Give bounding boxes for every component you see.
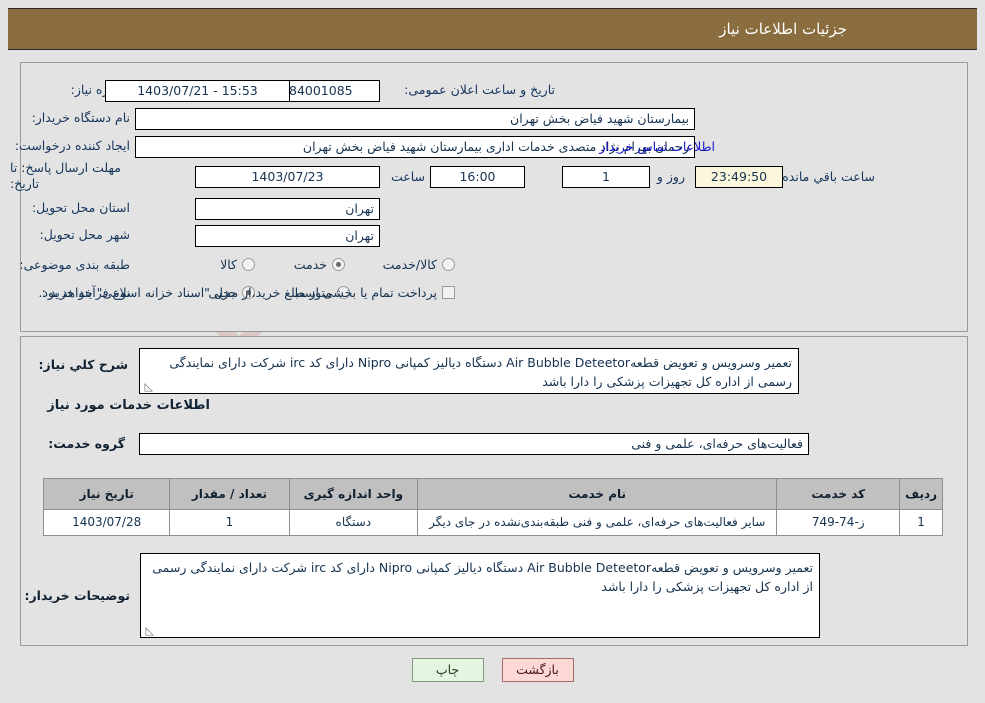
page-titlebar: جزئیات اطلاعات نیاز [8,8,977,50]
resize-grip-icon[interactable]: ◺ [144,625,154,636]
province-label: استان محل تحویل: [31,200,130,215]
back-button[interactable]: بازگشت [501,658,574,682]
requester-label: ایجاد کننده درخواست: [14,138,130,153]
cell-unit: دستگاه [288,509,419,536]
col-unit: واحد اندازه گیری [288,478,419,510]
city-field[interactable]: تهران [195,225,380,247]
deadline-hour-field[interactable]: 16:00 [430,166,525,188]
table-header-row: ردیف کد خدمت نام خدمت واحد اندازه گیری ت… [42,478,943,510]
print-button[interactable]: چاپ [411,658,484,682]
cell-row-no: 1 [899,509,943,536]
buyer-org-label: نام دستگاه خریدار: [31,110,130,125]
radio-icon[interactable] [332,258,345,271]
footer-button-bar: بازگشت چاپ [0,658,985,682]
category-option-label: کالا/خدمت [382,257,437,272]
buyer-org-field[interactable]: بیمارستان شهید فیاض بخش تهران [135,108,695,130]
city-label: شهر محل تحویل: [39,227,130,242]
cell-service-code: ز-74-749 [776,509,901,536]
buyer-notes-text: تعمیر وسرویس و تعویض قطعهAir Bubble Dete… [152,560,813,594]
buyer-notes-label: توضیحات خریدار: [24,588,130,603]
deadline-date-field[interactable]: 1403/07/23 [195,166,380,188]
deadline-hour-label: ساعت [390,169,425,184]
radio-icon[interactable] [242,258,255,271]
deadline-label: مهلت ارسال پاسخ: تا تاریخ: [10,160,121,191]
announce-datetime-field[interactable]: 15:53 - 1403/07/21 [105,80,290,102]
page-title: جزئیات اطلاعات نیاز [719,20,847,38]
countdown-field[interactable]: 23:49:50 [695,166,783,188]
service-group-label: گروه خدمت: [48,436,125,451]
buyer-contact-link[interactable]: اطلاعات تماس خریدار [599,139,715,154]
need-description-text: تعمیر وسرویس و تعویض قطعهAir Bubble Dete… [169,355,792,389]
col-service-code: کد خدمت [776,478,901,510]
need-description-label: شرح کلي نیاز: [38,357,128,372]
announce-datetime-label: تاریخ و ساعت اعلان عمومی: [404,82,555,97]
category-option-label: کالا [220,257,237,272]
table-row: 1 ز-74-749 سایر فعالیت‌های حرفه‌ای، علمی… [42,509,943,536]
deadline-days-field[interactable]: 1 [562,166,650,188]
col-row-no: ردیف [899,478,943,510]
resize-grip-icon[interactable]: ◺ [143,381,153,392]
col-service-name: نام خدمت [417,478,778,510]
radio-icon[interactable] [442,258,455,271]
service-group-field[interactable]: فعالیت‌های حرفه‌ای، علمی و فنی [139,433,809,455]
services-table: ردیف کد خدمت نام خدمت واحد اندازه گیری ت… [42,478,943,536]
category-option-kala-khedmat[interactable]: کالا/خدمت [383,257,455,272]
treasury-bonds-label: پرداخت تمام یا بخشی از مبلغ خرید،از محل … [38,285,437,300]
col-need-date: تاریخ نیاز [42,478,171,510]
category-option-label: خدمت [293,257,327,272]
category-option-khedmat[interactable]: خدمت [294,257,345,272]
cell-quantity: 1 [169,509,290,536]
services-heading: اطلاعات خدمات مورد نیاز [47,398,210,413]
col-quantity: تعداد / مقدار [169,478,290,510]
need-description-field[interactable]: تعمیر وسرویس و تعویض قطعهAir Bubble Dete… [139,348,799,394]
province-field[interactable]: تهران [195,198,380,220]
category-option-kala[interactable]: کالا [220,257,255,272]
countdown-label: ساعت باقي مانده [782,169,875,184]
treasury-bonds-checkbox[interactable]: پرداخت تمام یا بخشی از مبلغ خرید،از محل … [38,285,455,300]
deadline-days-label: روز و [656,169,685,184]
cell-service-name: سایر فعالیت‌های حرفه‌ای، علمی و فنی طبقه… [417,509,778,536]
checkbox-icon[interactable] [442,286,455,299]
category-label: طبقه بندی موضوعی: [19,257,130,272]
buyer-notes-field[interactable]: تعمیر وسرویس و تعویض قطعهAir Bubble Dete… [140,553,820,638]
cell-need-date: 1403/07/28 [42,509,171,536]
